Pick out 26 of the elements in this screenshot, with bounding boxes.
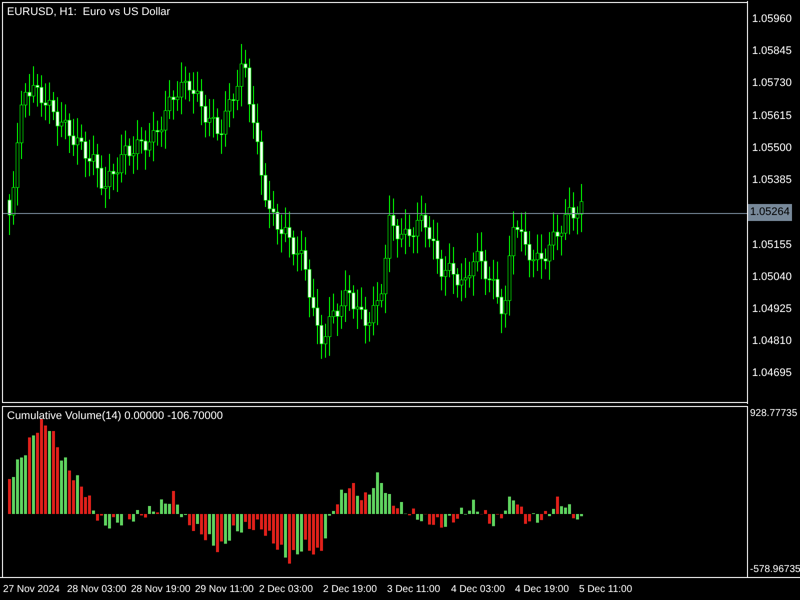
indicator-axis-label: 928.77735 xyxy=(749,407,798,421)
indicator-axis-label: -578.96735 xyxy=(749,563,800,577)
current-price-label: 1.05264 xyxy=(748,204,792,221)
indicator-legend: Cumulative Volume(14) 0.00000 -106.70000 xyxy=(7,408,223,424)
time-axis-label: 5 Dec 11:00 xyxy=(579,583,634,597)
price-axis-label: 1.05730 xyxy=(751,76,793,92)
price-axis-label: 1.05155 xyxy=(751,238,793,253)
price-axis-label: 1.05040 xyxy=(751,270,793,285)
price-axis-label: 1.05615 xyxy=(751,108,793,124)
time-axis-label: 28 Nov 19:00 xyxy=(131,583,192,597)
time-axis-label: 4 Dec 19:00 xyxy=(515,583,570,597)
price-axis-label: 1.05385 xyxy=(751,173,793,188)
price-axis-label: 1.05845 xyxy=(751,44,793,60)
time-axis-label: 4 Dec 03:00 xyxy=(451,583,506,597)
time-axis-label: 29 Nov 11:00 xyxy=(195,583,255,597)
time-axis-label: 3 Dec 11:00 xyxy=(387,583,442,597)
price-axis-label: 1.04695 xyxy=(751,366,793,382)
time-axis-label: 2 Dec 19:00 xyxy=(323,583,378,597)
price-axis-label: 1.05960 xyxy=(751,12,793,27)
price-axis-label: 1.04925 xyxy=(751,302,793,317)
price-axis-label: 1.05500 xyxy=(751,140,793,156)
price-axis-label: 1.04810 xyxy=(751,334,793,350)
time-axis-label: 28 Nov 03:00 xyxy=(67,583,128,597)
time-axis-label: 27 Nov 2024 xyxy=(3,583,61,597)
chart-legend: EURUSD, H1: Euro vs US Dollar xyxy=(7,4,170,20)
time-axis-label: 2 Dec 03:00 xyxy=(259,583,314,597)
